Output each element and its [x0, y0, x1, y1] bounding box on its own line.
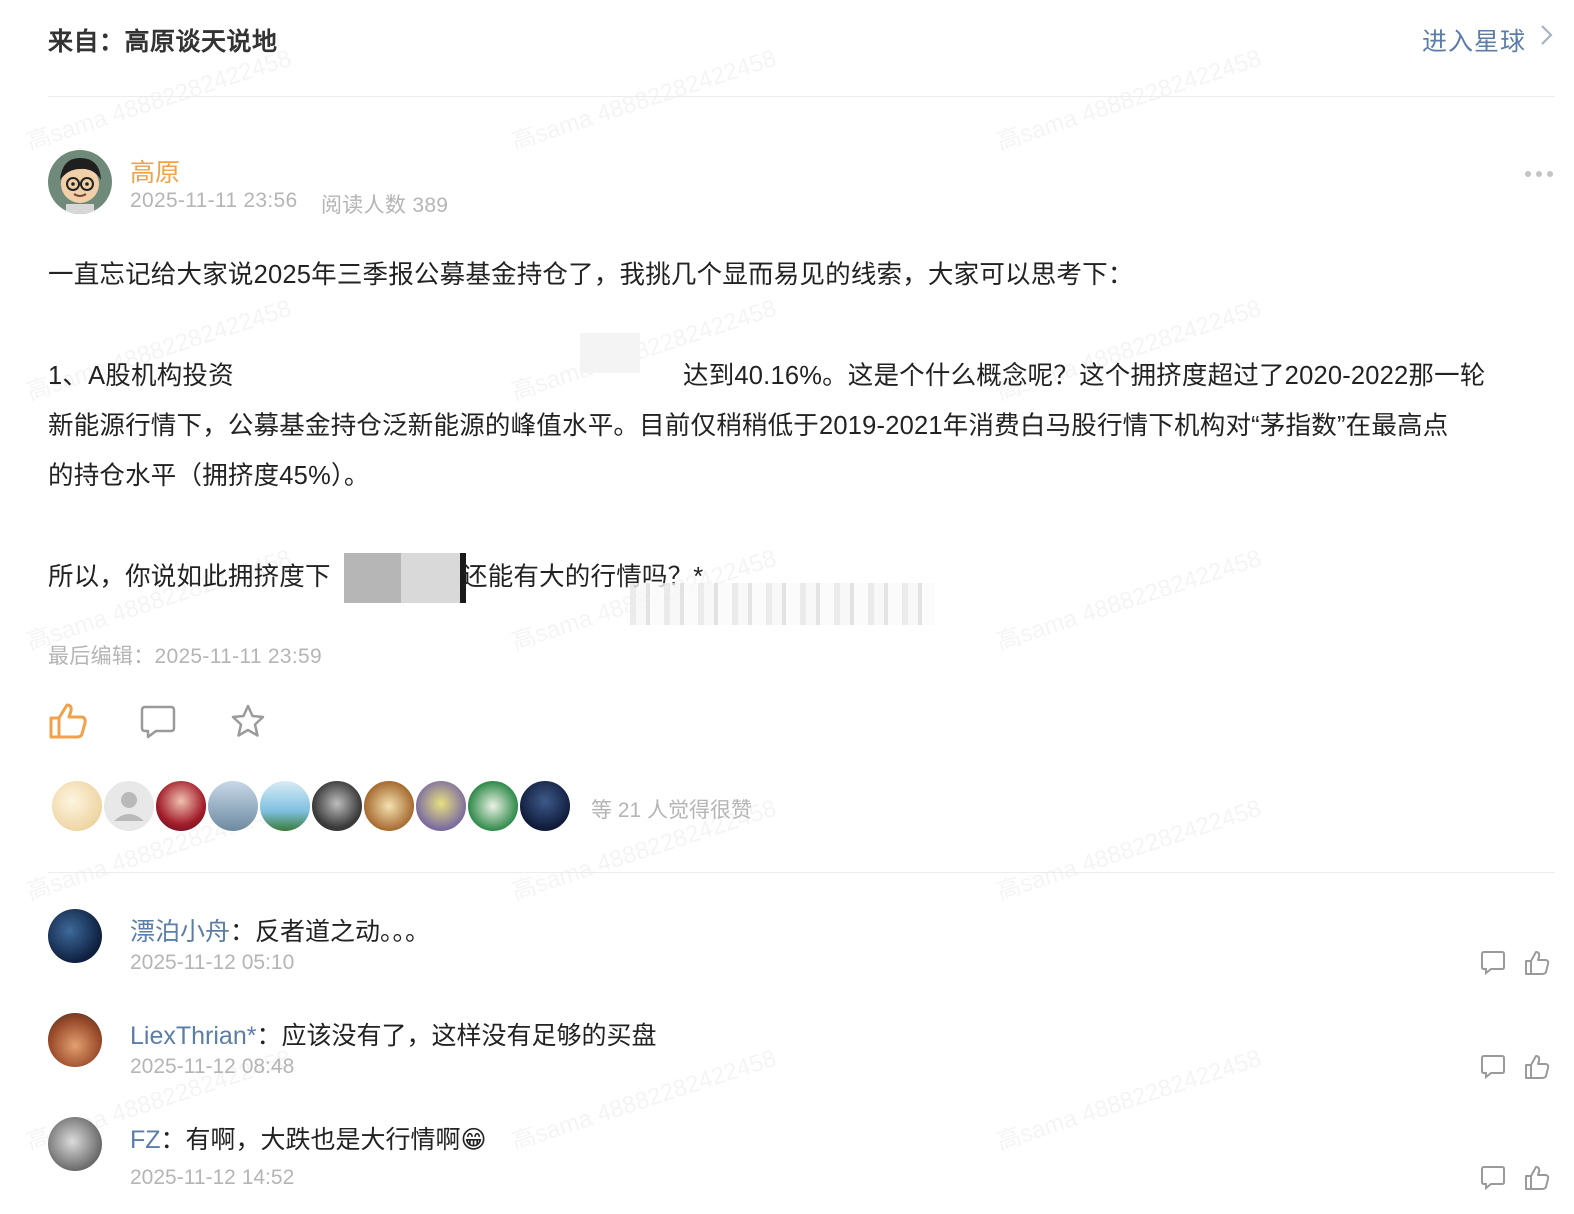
comment-text: ：反者道之动。。。: [230, 918, 431, 946]
avatar[interactable]: [310, 779, 364, 833]
watermark-text: 高sama 48882282422458: [506, 1038, 780, 1157]
comment-avatar[interactable]: [48, 909, 102, 963]
comment-user[interactable]: 漂泊小舟: [130, 918, 230, 946]
comment-text: ：有啊，大跌也是大行情啊😁: [160, 1126, 487, 1154]
comment-actions: [1480, 1054, 1550, 1085]
comment-time: 2025-11-12 05:10: [130, 951, 295, 974]
comment-avatar[interactable]: [48, 1117, 102, 1171]
liker-avatars: [50, 779, 572, 833]
comments-divider: [48, 872, 1554, 873]
like-icon[interactable]: [1524, 1165, 1550, 1196]
avatar[interactable]: [258, 779, 312, 833]
last-edited: 最后编辑：2025-11-11 23:59: [48, 645, 322, 668]
post-paragraph-2-line-3: 的持仓水平（拥挤度45%）。: [48, 462, 370, 490]
read-count: 阅读人数 389: [321, 194, 449, 217]
reply-icon[interactable]: [1480, 1165, 1506, 1196]
avatar[interactable]: [362, 779, 416, 833]
reply-icon[interactable]: [1480, 1054, 1506, 1085]
avatar[interactable]: [518, 779, 572, 833]
post-paragraph-2-end: 达到40.16%。这是个什么概念呢？这个拥挤度超过了2020-2022那一轮: [683, 362, 1486, 390]
avatar[interactable]: [154, 779, 208, 833]
comment-user[interactable]: LiexThrian*: [130, 1022, 256, 1050]
post-timestamp: 2025-11-11 23:56: [130, 189, 298, 212]
comment-user[interactable]: FZ: [130, 1126, 161, 1154]
avatar[interactable]: [206, 779, 260, 833]
comment-icon[interactable]: [140, 704, 176, 745]
comment-text: ：应该没有了，这样没有足够的买盘: [256, 1022, 657, 1050]
source-label: 来自：高原谈天说地: [48, 28, 278, 56]
post-paragraph-3-start: 所以，你说如此拥挤度下: [48, 563, 331, 591]
avatar[interactable]: [50, 779, 104, 833]
watermark-text: 高sama 48882282422458: [506, 38, 780, 157]
redacted-block: [344, 553, 401, 603]
author-name[interactable]: 高原: [130, 153, 180, 189]
chevron-right-icon[interactable]: [1540, 23, 1554, 54]
redacted-block: [580, 333, 640, 373]
star-icon[interactable]: [230, 703, 266, 744]
like-icon[interactable]: [48, 702, 88, 745]
post-paragraph-2-start: 1、A股机构投资: [48, 362, 234, 390]
enter-planet-link[interactable]: 进入星球: [1422, 22, 1526, 58]
like-icon[interactable]: [1524, 1054, 1550, 1085]
more-icon[interactable]: [1524, 154, 1554, 185]
comment-3: FZ：有啊，大跌也是大行情啊😁: [130, 1120, 487, 1156]
watermark-text: 高sama 48882282422458: [991, 538, 1265, 657]
like-icon[interactable]: [1524, 950, 1550, 981]
header-divider: [48, 96, 1554, 97]
avatar[interactable]: [414, 779, 468, 833]
avatar[interactable]: [466, 779, 520, 833]
redacted-block: [401, 553, 460, 603]
likes-count[interactable]: 等 21 人觉得很赞: [591, 794, 752, 824]
blurred-text-block: [630, 583, 935, 625]
comment-actions: [1480, 950, 1550, 981]
watermark-text: 高sama 48882282422458: [991, 1038, 1265, 1157]
watermark-text: 高sama 48882282422458: [991, 38, 1265, 157]
post-paragraph-2-line-2: 新能源行情下，公募基金持仓泛新能源的峰值水平。目前仅稍稍低于2019-2021年…: [48, 412, 1449, 440]
comment-actions: [1480, 1165, 1550, 1196]
comment-avatar[interactable]: [48, 1013, 102, 1067]
author-avatar[interactable]: [48, 150, 112, 214]
post-paragraph-1: 一直忘记给大家说2025年三季报公募基金持仓了，我挑几个显而易见的线索，大家可以…: [48, 261, 1134, 289]
reply-icon[interactable]: [1480, 950, 1506, 981]
comment-time: 2025-11-12 14:52: [130, 1166, 295, 1189]
avatar[interactable]: [102, 779, 156, 833]
comment-2: LiexThrian*：应该没有了，这样没有足够的买盘: [130, 1016, 656, 1052]
watermark-text: 高sama 48882282422458: [991, 788, 1265, 907]
comment-1: 漂泊小舟：反者道之动。。。: [130, 912, 430, 948]
comment-time: 2025-11-12 08:48: [130, 1055, 295, 1078]
